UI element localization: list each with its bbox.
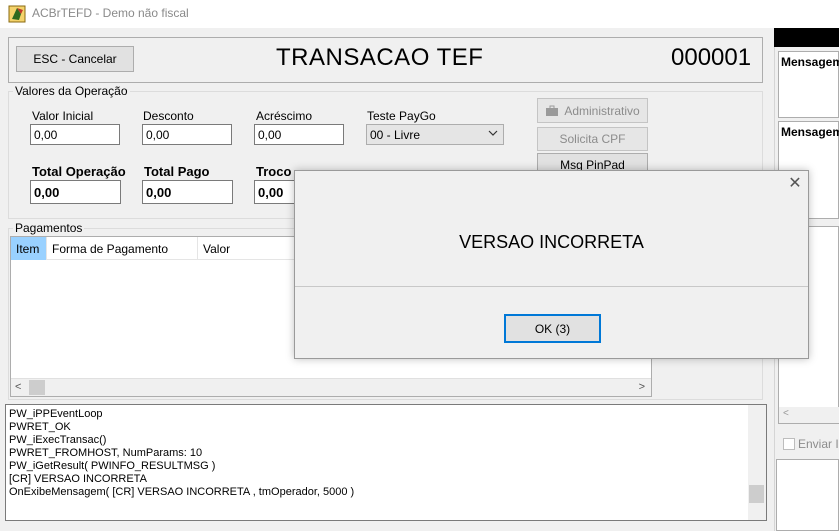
total-pago-label: Total Pago xyxy=(144,164,210,179)
column-valor[interactable]: Valor xyxy=(198,237,298,260)
pagamentos-group-title: Pagamentos xyxy=(13,221,85,235)
right-window-header xyxy=(774,28,839,47)
enviar-checkbox-label: Enviar In xyxy=(798,437,839,451)
desconto-field[interactable]: 0,00 xyxy=(142,124,232,145)
right-scrollbar[interactable]: < xyxy=(779,407,839,423)
message-label-2: Mensagem xyxy=(781,125,839,139)
scroll-right-icon[interactable]: > xyxy=(639,381,645,393)
log-line: PW_iPPEventLoop xyxy=(9,408,103,420)
log-vertical-scrollbar[interactable] xyxy=(748,405,766,520)
valor-inicial-field[interactable]: 0,00 xyxy=(30,124,120,145)
valores-group-title: Valores da Operação xyxy=(13,84,130,98)
column-item[interactable]: Item xyxy=(11,237,47,260)
log-line: PW_iExecTransac() xyxy=(9,434,107,446)
right-bottom-box xyxy=(776,459,839,531)
scroll-left-icon[interactable]: < xyxy=(15,381,21,393)
close-icon[interactable]: ✕ xyxy=(785,174,805,192)
briefcase-icon xyxy=(545,105,559,117)
administrativo-button[interactable]: Administrativo xyxy=(537,98,648,123)
column-forma[interactable]: Forma de Pagamento xyxy=(47,237,198,260)
log-line: [CR] VERSAO INCORRETA xyxy=(9,473,147,485)
solicita-cpf-button[interactable]: Solicita CPF xyxy=(537,127,648,151)
log-line: PWRET_FROMHOST, NumParams: 10 xyxy=(9,447,203,459)
transaction-title: TRANSACAO TEF xyxy=(276,44,484,71)
desconto-label: Desconto xyxy=(143,109,194,123)
troco-label: Troco xyxy=(256,164,292,179)
chevron-down-icon xyxy=(488,127,498,142)
valor-inicial-label: Valor Inicial xyxy=(32,109,94,123)
log-scroll-thumb[interactable] xyxy=(749,485,764,503)
cancel-button[interactable]: ESC - Cancelar xyxy=(16,46,134,72)
window-title: ACBrTEFD - Demo não fiscal xyxy=(32,6,189,20)
grid-horizontal-scrollbar[interactable]: < > xyxy=(11,378,651,396)
teste-paygo-select[interactable]: 00 - Livre xyxy=(366,124,504,145)
ok-button[interactable]: OK (3) xyxy=(504,314,601,343)
administrativo-label: Administrativo xyxy=(564,103,640,118)
teste-paygo-label: Teste PayGo xyxy=(367,109,436,123)
log-line: OnExibeMensagem( [CR] VERSAO INCORRETA ,… xyxy=(9,486,355,498)
acrescimo-label: Acréscimo xyxy=(256,109,313,123)
log-line: PW_iGetResult( PWINFO_RESULTMSG ) xyxy=(9,460,216,472)
acrescimo-field[interactable]: 0,00 xyxy=(254,124,344,145)
total-operacao-label: Total Operação xyxy=(32,164,126,179)
scroll-thumb[interactable] xyxy=(29,380,45,395)
log-line: PWRET_OK xyxy=(9,421,71,433)
teste-paygo-value: 00 - Livre xyxy=(370,128,421,142)
total-operacao-field[interactable]: 0,00 xyxy=(30,180,121,204)
app-icon xyxy=(8,5,26,23)
enviar-checkbox[interactable] xyxy=(783,438,795,450)
transaction-number: 000001 xyxy=(671,44,752,71)
dialog-message: VERSAO INCORRETA xyxy=(459,232,644,252)
message-label-1: Mensagem xyxy=(781,55,839,69)
total-pago-field[interactable]: 0,00 xyxy=(142,180,233,204)
